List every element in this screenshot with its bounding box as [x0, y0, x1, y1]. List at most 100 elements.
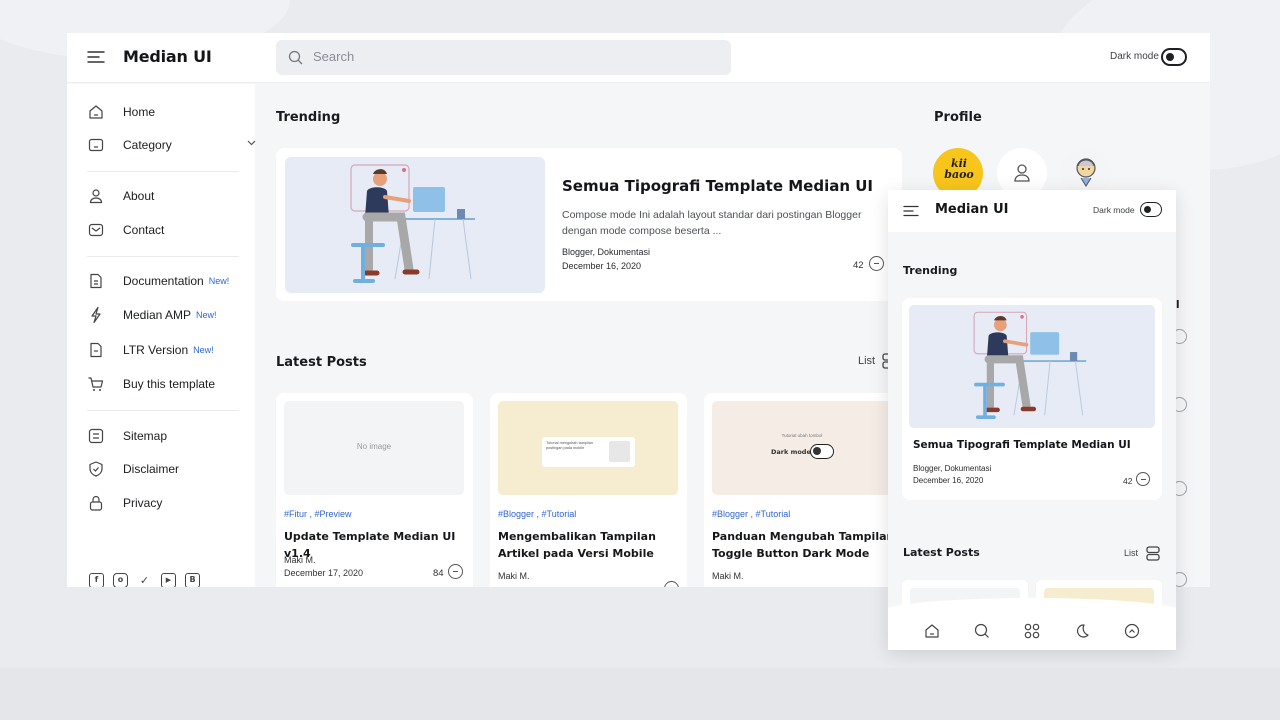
search-icon[interactable]: [974, 623, 990, 639]
cart-icon: [88, 377, 104, 391]
comment-icon[interactable]: [664, 581, 679, 587]
sidebar-item-label: Contact: [123, 223, 165, 237]
youtube-icon[interactable]: ▶: [161, 573, 176, 587]
comment-count: 42: [1123, 476, 1133, 486]
sidebar-item-home[interactable]: Home: [87, 101, 155, 123]
sidebar-item-label: Median AMP: [123, 308, 192, 322]
search-icon: [288, 50, 303, 65]
instagram-icon[interactable]: o: [113, 573, 128, 587]
thumbnail-card-graphic: Tutorial mengubah tampilan postingan pad…: [542, 437, 635, 467]
sidebar-item-label: Privacy: [123, 496, 163, 510]
user-icon: [1014, 164, 1030, 182]
menu-icon[interactable]: [903, 205, 919, 217]
shield-icon: [89, 461, 103, 477]
trending-post-excerpt: Compose mode Ini adalah layout standar d…: [562, 209, 862, 237]
arrow-up-icon[interactable]: [1124, 623, 1140, 639]
mobile-latest-posts-heading: Latest Posts: [903, 546, 980, 559]
blogger-icon[interactable]: B: [185, 573, 200, 587]
post-thumbnail: No image: [284, 401, 464, 495]
mobile-dark-mode-toggle[interactable]: [1140, 202, 1162, 217]
post-tags[interactable]: #Blogger , #Tutorial: [498, 509, 576, 519]
list-view-toggle[interactable]: List: [858, 355, 875, 367]
comment-icon[interactable]: [869, 256, 884, 271]
post-labels[interactable]: Blogger, Dokumentasi: [562, 247, 650, 257]
sidebar-item-contact[interactable]: Contact: [87, 219, 164, 241]
post-thumbnail: Tutorial ubah tombol Dark mode: [712, 401, 892, 495]
moon-icon[interactable]: [1074, 623, 1090, 639]
post-card[interactable]: Tutorial ubah tombol Dark mode #Blogger …: [704, 393, 901, 587]
comment-count: 84: [433, 568, 444, 579]
mobile-trending-title[interactable]: Semua Tipografi Template Median UI: [913, 439, 1131, 451]
comment-icon[interactable]: [1136, 472, 1150, 486]
facebook-icon[interactable]: f: [89, 573, 104, 587]
no-image-text: No image: [356, 442, 392, 451]
document-icon: [90, 342, 102, 358]
search-placeholder: Search: [313, 49, 355, 64]
list-view-icon[interactable]: [1146, 546, 1160, 561]
sidebar-item-ltr-version[interactable]: LTR Version New!: [87, 339, 214, 361]
brand-title[interactable]: Median UI: [123, 47, 212, 66]
mobile-trending-card[interactable]: Semua Tipografi Template Median UI Blogg…: [902, 298, 1162, 500]
image-placeholder-icon: [609, 441, 630, 462]
trending-post-image: [285, 157, 545, 293]
mobile-top-bar: Median UI Dark mode: [888, 190, 1176, 232]
lightning-icon: [91, 306, 101, 324]
post-card[interactable]: No image #Fitur , #Preview Update Templa…: [276, 393, 473, 587]
lock-icon: [89, 495, 103, 511]
thumbnail-dark-mode-text: Dark mode: [771, 448, 811, 456]
post-labels[interactable]: Blogger, Dokumentasi: [913, 464, 991, 473]
sidebar-item-about[interactable]: About: [87, 185, 154, 207]
mail-icon: [88, 223, 104, 237]
post-title[interactable]: Mengembalikan Tampilan Artikel pada Vers…: [498, 528, 682, 562]
post-author: Maki M.: [712, 571, 744, 581]
post-title[interactable]: Panduan Mengubah Tampilan Toggle Button …: [712, 528, 896, 562]
sidebar-item-median-amp[interactable]: Median AMP New!: [87, 304, 217, 326]
mobile-list-view-toggle[interactable]: List: [1124, 548, 1138, 558]
sidebar-item-disclaimer[interactable]: Disclaimer: [87, 458, 179, 480]
mobile-preview: Median UI Dark mode Trending Semua Tipog…: [888, 190, 1176, 650]
sidebar-item-label: LTR Version: [123, 343, 189, 357]
top-bar: Median UI Search Dark mode: [67, 33, 1210, 83]
menu-icon[interactable]: [87, 50, 105, 64]
thumbnail-caption: Tutorial mengubah tampilan postingan pad…: [546, 441, 593, 450]
divider: [87, 256, 239, 257]
sidebar: Home Category About Contact Documentatio…: [67, 84, 256, 587]
dark-mode-toggle[interactable]: [1161, 48, 1187, 66]
social-links: f o ✓ ▶ B: [89, 573, 200, 587]
grid-icon[interactable]: [1024, 623, 1040, 639]
chevron-down-icon: [247, 140, 256, 146]
sidebar-item-category[interactable]: Category: [87, 134, 256, 156]
sidebar-item-label: About: [123, 189, 155, 203]
mobile-trending-image: [909, 305, 1155, 428]
sidebar-item-label: Buy this template: [123, 377, 216, 391]
sidebar-item-sitemap[interactable]: Sitemap: [87, 425, 167, 447]
twitter-icon[interactable]: ✓: [137, 573, 152, 587]
post-card[interactable]: Tutorial mengubah tampilan postingan pad…: [490, 393, 687, 587]
post-date: December 16, 2020: [562, 261, 642, 271]
sidebar-item-label: Home: [123, 105, 156, 119]
sidebar-item-label: Category: [123, 138, 172, 152]
post-date: December 17, 2020: [284, 568, 364, 578]
mobile-trending-heading: Trending: [903, 264, 958, 277]
sidebar-item-documentation[interactable]: Documentation New!: [87, 270, 229, 292]
mobile-brand-title[interactable]: Median UI: [935, 202, 1008, 217]
dark-mode-label: Dark mode: [1110, 51, 1159, 62]
post-date: December 16, 2020: [913, 476, 984, 485]
sidebar-item-privacy[interactable]: Privacy: [87, 492, 162, 514]
document-icon: [90, 273, 102, 289]
post-tags[interactable]: #Blogger , #Tutorial: [712, 509, 790, 519]
trending-post-title[interactable]: Semua Tipografi Template Median UI: [562, 177, 873, 195]
new-badge: New!: [193, 345, 214, 355]
trending-post-card[interactable]: Semua Tipografi Template Median UI Compo…: [276, 148, 902, 301]
post-tags[interactable]: #Fitur , #Preview: [284, 509, 352, 519]
home-icon[interactable]: [924, 623, 940, 639]
trending-heading: Trending: [276, 110, 341, 125]
search-input[interactable]: Search: [276, 40, 731, 75]
sidebar-item-buy-template[interactable]: Buy this template: [87, 373, 215, 395]
character-avatar-icon: [1076, 158, 1096, 187]
profile-heading: Profile: [934, 110, 982, 125]
thumbnail-caption: Tutorial ubah tombol: [781, 433, 823, 438]
post-author: Maki M.: [498, 571, 530, 581]
comment-icon[interactable]: [448, 564, 463, 579]
divider: [87, 410, 239, 411]
